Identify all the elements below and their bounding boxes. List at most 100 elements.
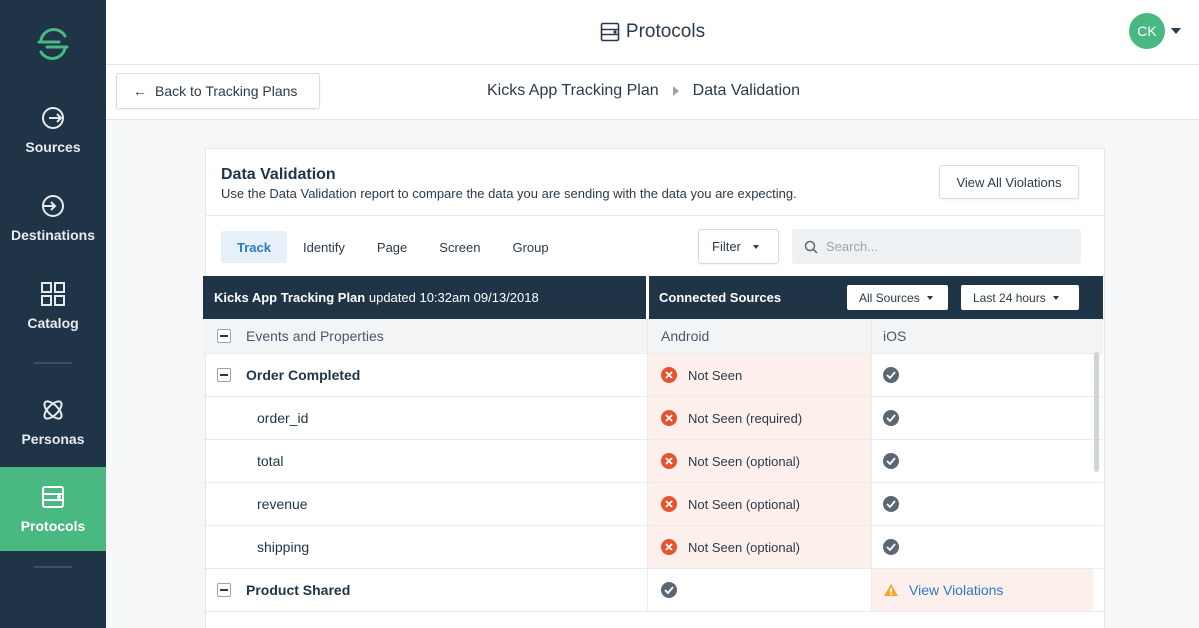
tab-identify[interactable]: Identify	[287, 231, 361, 263]
card-title: Data Validation	[221, 166, 336, 183]
personas-icon	[43, 400, 63, 420]
event-type-tabs: Track Identify Page Screen Group	[221, 231, 565, 263]
sub-header: ← Back to Tracking Plans Kicks App Track…	[106, 65, 1199, 120]
column-header-label: Events and Properties	[246, 328, 384, 344]
property-name: total	[257, 453, 284, 469]
time-range-dropdown[interactable]: Last 24 hours	[961, 285, 1079, 310]
plan-name: Kicks App Tracking Plan	[214, 290, 366, 305]
ios-status-cell	[871, 440, 1093, 482]
sidebar-item-destinations[interactable]: Destinations	[0, 176, 106, 260]
tab-group[interactable]: Group	[496, 231, 564, 263]
table-row[interactable]: shipping Not Seen (optional)	[203, 526, 1103, 569]
checkmark-icon	[661, 582, 677, 598]
property-cell: order_id	[203, 397, 647, 439]
search-box	[792, 229, 1081, 264]
property-cell: shipping	[203, 526, 647, 568]
search-input[interactable]	[826, 239, 1066, 254]
search-icon	[804, 240, 818, 254]
table-row[interactable]: order_id Not Seen (required)	[203, 397, 1103, 440]
table-row[interactable]: revenue Not Seen (optional)	[203, 483, 1103, 526]
segment-logo-icon[interactable]	[0, 0, 106, 88]
dropdown-label: Last 24 hours	[973, 290, 1046, 305]
column-header-label: Android	[661, 328, 710, 344]
all-sources-dropdown[interactable]: All Sources	[847, 285, 948, 310]
tab-page[interactable]: Page	[361, 231, 423, 263]
breadcrumb: Kicks App Tracking Plan Data Validation	[487, 82, 800, 100]
collapse-all-icon[interactable]	[217, 329, 231, 343]
chevron-down-icon[interactable]	[1171, 28, 1181, 34]
column-header-label: iOS	[883, 328, 907, 344]
table-column-headers: Events and Properties Android iOS	[203, 319, 1103, 354]
back-to-tracking-plans-button[interactable]: ← Back to Tracking Plans	[116, 73, 320, 109]
table-row[interactable]: total Not Seen (optional)	[203, 440, 1103, 483]
protocols-icon	[600, 22, 620, 42]
sidebar-item-protocols[interactable]: Protocols	[0, 467, 106, 551]
view-all-violations-button[interactable]: View All Violations	[939, 165, 1079, 199]
avatar[interactable]: CK	[1129, 13, 1165, 49]
sidebar: Sources Destinations Catalog Personas Pr…	[0, 0, 106, 628]
card-description: Use the Data Validation report to compar…	[221, 186, 797, 201]
table-row[interactable]: Order Completed Not Seen	[203, 354, 1103, 397]
ios-status-cell	[871, 354, 1093, 396]
status-text: Not Seen (required)	[688, 410, 803, 426]
sidebar-item-label: Catalog	[27, 315, 79, 331]
checkmark-icon	[883, 453, 899, 469]
android-status-cell	[647, 569, 871, 611]
property-cell: revenue	[203, 483, 647, 525]
destinations-icon	[42, 195, 64, 217]
column-divider	[646, 276, 649, 319]
property-name: order_id	[257, 410, 309, 426]
view-violations-link[interactable]: View Violations	[909, 582, 1003, 598]
android-status-cell: Not Seen (optional)	[647, 526, 871, 568]
back-button-label: Back to Tracking Plans	[155, 83, 298, 99]
status-text: Not Seen (optional)	[688, 496, 801, 512]
table-scrollbar[interactable]	[1094, 352, 1099, 472]
sidebar-item-sources[interactable]: Sources	[0, 88, 106, 172]
sidebar-item-personas[interactable]: Personas	[0, 380, 106, 464]
table-row[interactable]: Product Shared View Violations	[203, 569, 1103, 612]
tracking-plan-header: Kicks App Tracking Plan updated 10:32am …	[214, 290, 539, 305]
error-icon	[661, 453, 677, 469]
breadcrumb-item-current: Data Validation	[692, 82, 800, 99]
ios-status-cell	[871, 397, 1093, 439]
ios-status-cell	[871, 483, 1093, 525]
android-status-cell: Not Seen (optional)	[647, 483, 871, 525]
status-text: Not Seen	[688, 367, 743, 383]
error-icon	[661, 539, 677, 555]
android-status-cell: Not Seen (required)	[647, 397, 871, 439]
sidebar-item-label: Sources	[25, 139, 81, 155]
validation-table: Events and Properties Android iOS Order …	[203, 319, 1103, 612]
status-text: Not Seen (optional)	[688, 539, 801, 555]
error-icon	[661, 410, 677, 426]
warning-icon	[884, 584, 898, 596]
caret-down-icon	[926, 295, 933, 300]
filter-dropdown[interactable]: Filter	[698, 229, 779, 264]
caret-down-icon	[752, 244, 759, 249]
column-header-android: Android	[647, 319, 871, 353]
page-title: Protocols	[600, 21, 705, 43]
sidebar-item-label: Destinations	[10, 227, 95, 243]
checkmark-icon	[883, 410, 899, 426]
arrow-left-icon: ←	[133, 83, 147, 99]
plan-updated-text: updated 10:32am 09/13/2018	[368, 290, 539, 305]
sources-icon	[42, 107, 64, 129]
column-header-ios: iOS	[871, 319, 1093, 353]
breadcrumb-item-plan[interactable]: Kicks App Tracking Plan	[487, 82, 659, 100]
sidebar-item-catalog[interactable]: Catalog	[0, 264, 106, 348]
page-title-text: Protocols	[625, 21, 706, 42]
collapse-icon[interactable]	[217, 368, 231, 382]
sidebar-divider	[34, 362, 72, 364]
event-name: Order Completed	[246, 367, 361, 383]
event-cell: Order Completed	[203, 354, 647, 396]
tab-screen[interactable]: Screen	[423, 231, 496, 263]
property-name: revenue	[257, 496, 308, 512]
sidebar-divider	[34, 566, 72, 568]
table-header-bar: Kicks App Tracking Plan updated 10:32am …	[203, 276, 1103, 319]
android-status-cell: Not Seen	[647, 354, 871, 396]
divider	[206, 215, 1104, 216]
sidebar-item-label: Personas	[21, 431, 85, 447]
collapse-icon[interactable]	[217, 583, 231, 597]
android-status-cell: Not Seen (optional)	[647, 440, 871, 482]
tab-track[interactable]: Track	[221, 231, 287, 263]
status-text: Not Seen (optional)	[688, 453, 801, 469]
